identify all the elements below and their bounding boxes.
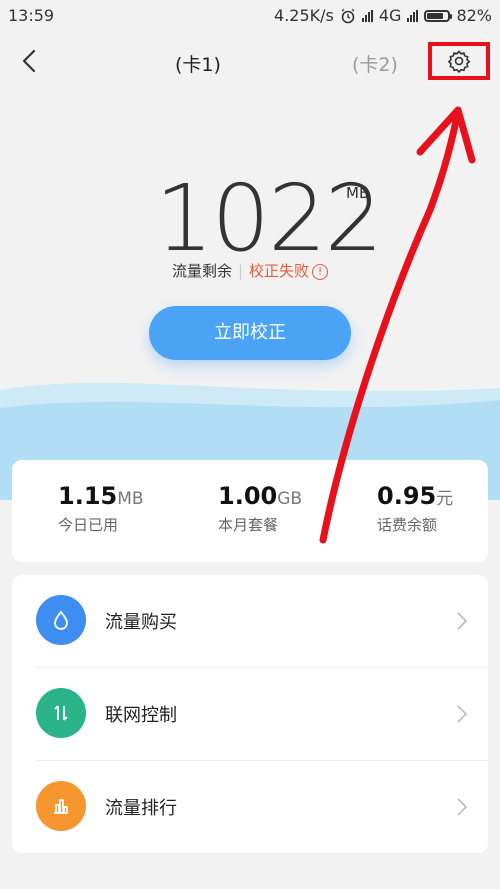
annotation-arrow xyxy=(319,106,476,544)
